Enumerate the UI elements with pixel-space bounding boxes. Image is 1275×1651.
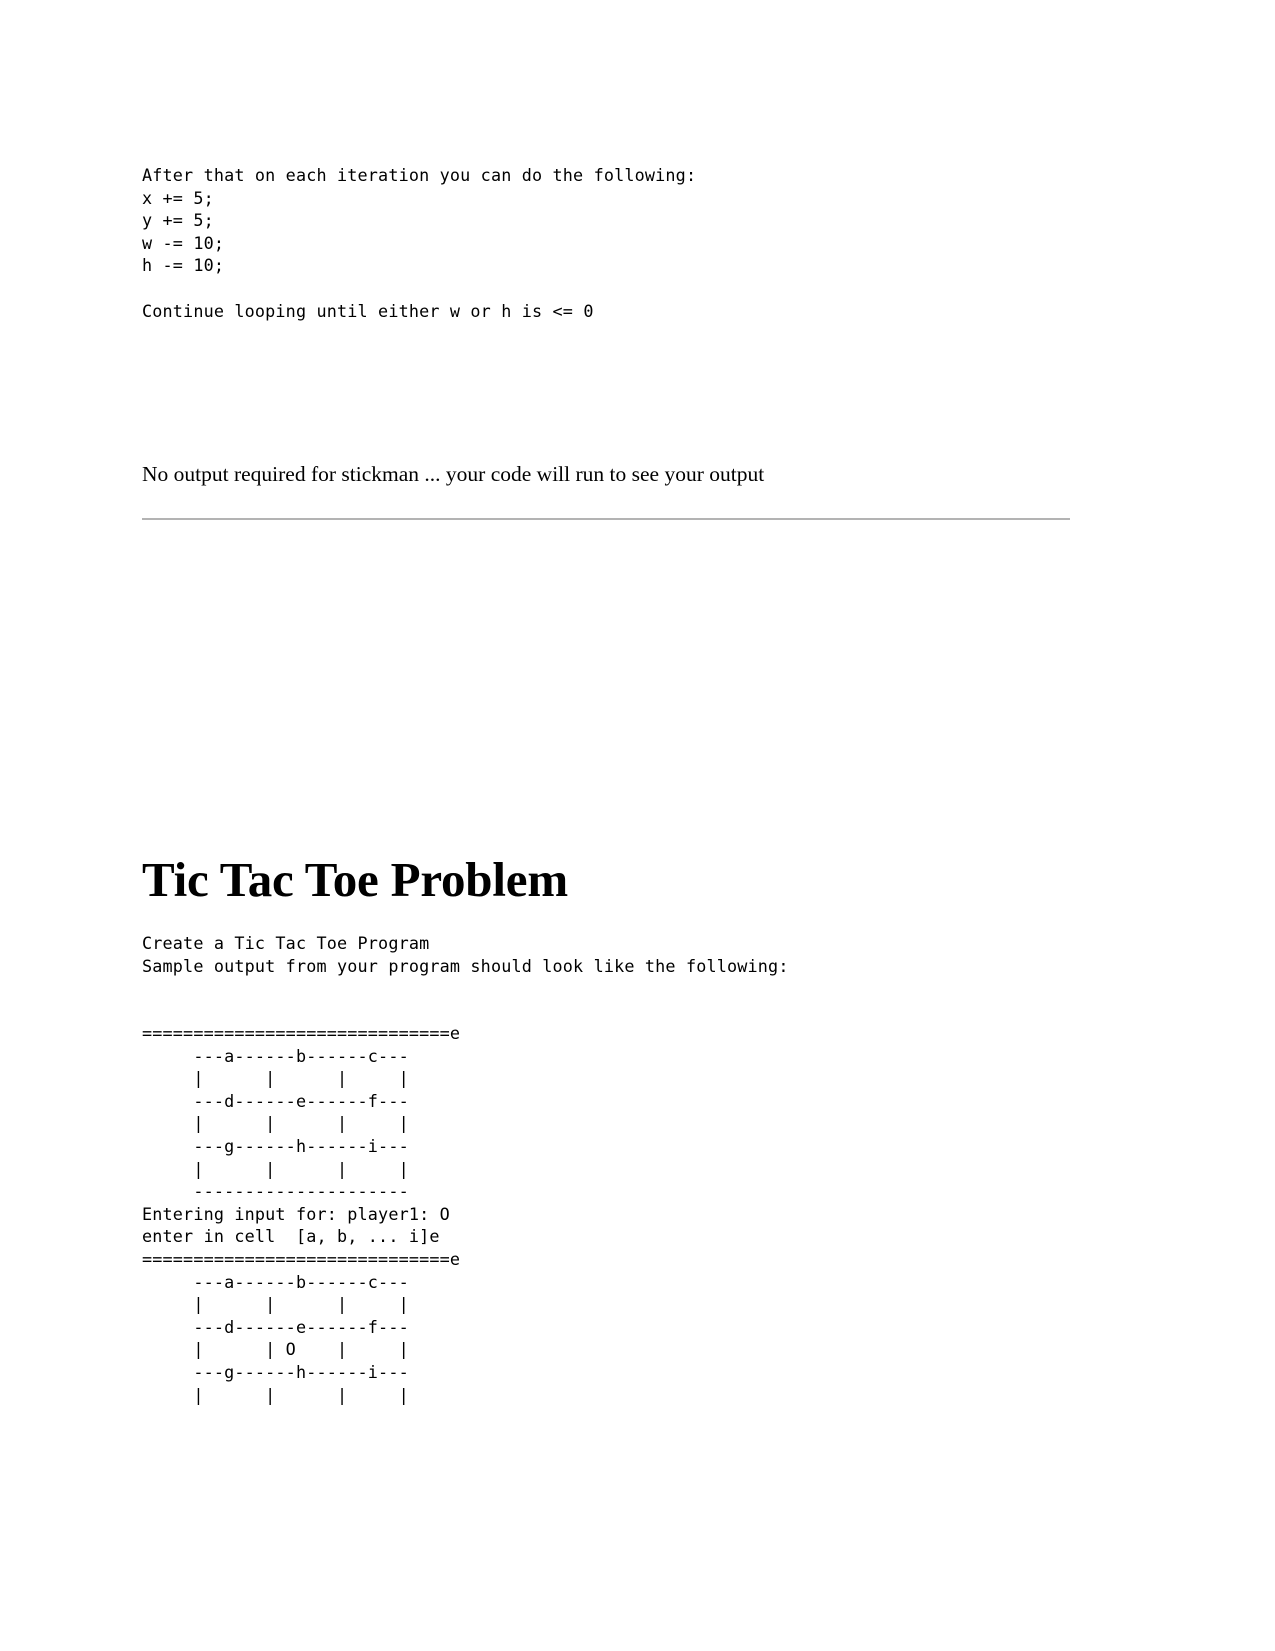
tic-tac-toe-sample-output: ==============================e ---a----…	[142, 1023, 461, 1405]
document-page: After that on each iteration you can do …	[0, 0, 1275, 1651]
page-title: Tic Tac Toe Problem	[142, 852, 568, 907]
tic-tac-toe-description: Create a Tic Tac Toe Program Sample outp…	[142, 933, 789, 976]
stickman-output-note: No output required for stickman ... your…	[142, 462, 765, 486]
section-divider	[142, 518, 1070, 520]
stickman-code-block: After that on each iteration you can do …	[142, 165, 697, 321]
